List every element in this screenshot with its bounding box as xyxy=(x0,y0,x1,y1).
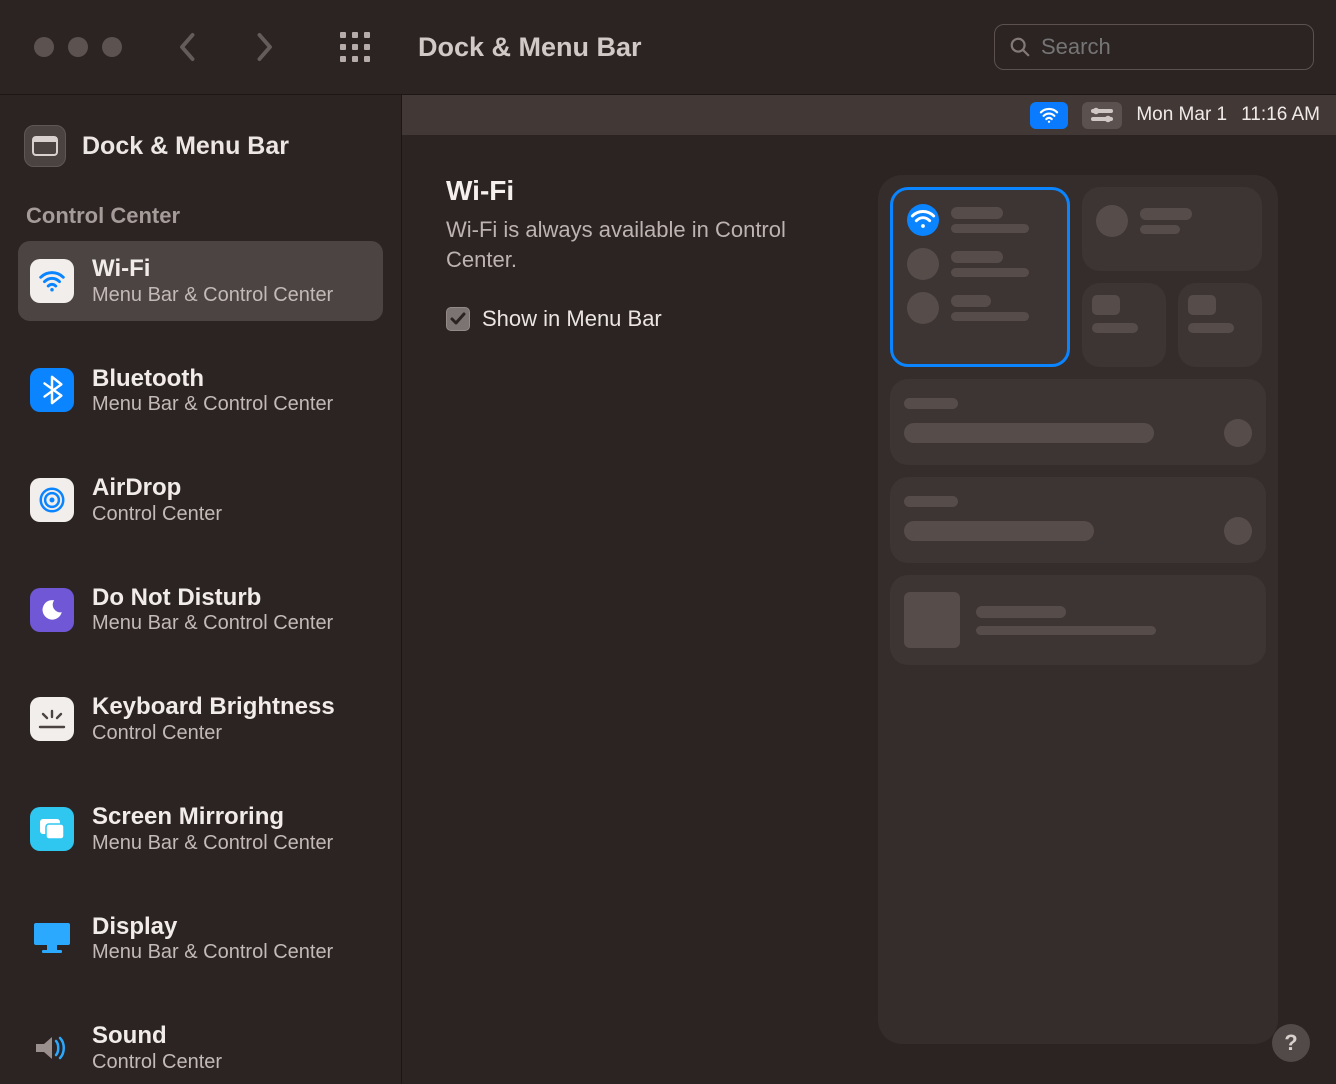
sidebar-item-wifi[interactable]: Wi-Fi Menu Bar & Control Center xyxy=(18,241,383,321)
bluetooth-icon xyxy=(30,368,74,412)
sidebar-item-display[interactable]: Display Menu Bar & Control Center xyxy=(18,899,383,979)
sidebar-item-label: Wi-Fi xyxy=(92,255,333,283)
sidebar-item-bluetooth[interactable]: Bluetooth Menu Bar & Control Center xyxy=(18,351,383,431)
back-button[interactable] xyxy=(170,29,206,65)
toolbar: Dock & Menu Bar xyxy=(0,0,1336,95)
sidebar-item-label: Bluetooth xyxy=(92,365,333,393)
body: Dock & Menu Bar Control Center Wi-Fi Men… xyxy=(0,95,1336,1084)
search-input[interactable] xyxy=(1041,34,1329,60)
sidebar-item-sublabel: Menu Bar & Control Center xyxy=(92,283,333,307)
checkbox-icon xyxy=(446,307,470,331)
content: Mon Mar 1 11:16 AM Wi-Fi Wi-Fi is always… xyxy=(402,95,1336,1084)
keyboard-brightness-icon xyxy=(30,697,74,741)
screen-mirroring-icon xyxy=(30,807,74,851)
search-icon xyxy=(1009,36,1031,58)
main-area: Wi-Fi Wi-Fi is always available in Contr… xyxy=(402,135,1336,1084)
sidebar-item-label: Sound xyxy=(92,1022,222,1050)
sidebar-item-do-not-disturb[interactable]: Do Not Disturb Menu Bar & Control Center xyxy=(18,570,383,650)
sidebar: Dock & Menu Bar Control Center Wi-Fi Men… xyxy=(0,95,402,1084)
sidebar-item-sublabel: Menu Bar & Control Center xyxy=(92,392,333,416)
sidebar-header-dock-menu-bar[interactable]: Dock & Menu Bar xyxy=(18,119,383,189)
cc-card-placeholder xyxy=(1082,187,1262,271)
sidebar-header-label: Dock & Menu Bar xyxy=(82,132,289,161)
dock-menu-bar-icon xyxy=(24,125,66,167)
cc-mini-card xyxy=(1082,283,1166,367)
sidebar-item-keyboard-brightness[interactable]: Keyboard Brightness Control Center xyxy=(18,679,383,759)
sound-icon xyxy=(30,1026,74,1070)
cc-connectivity-card xyxy=(890,187,1070,367)
airdrop-icon xyxy=(30,478,74,522)
detail-description: Wi-Fi is always available in Control Cen… xyxy=(446,215,806,274)
menubar-control-center-icon xyxy=(1082,102,1122,129)
menubar-wifi-icon xyxy=(1030,102,1068,129)
sidebar-item-label: Do Not Disturb xyxy=(92,584,333,612)
window-title: Dock & Menu Bar xyxy=(418,32,642,63)
menubar-date: Mon Mar 1 xyxy=(1136,104,1227,126)
sidebar-section-title: Control Center xyxy=(18,189,383,241)
detail-title: Wi-Fi xyxy=(446,175,846,207)
minimize-window-button[interactable] xyxy=(68,37,88,57)
moon-icon xyxy=(30,588,74,632)
menubar-preview: Mon Mar 1 11:16 AM xyxy=(402,95,1336,135)
sidebar-item-sublabel: Control Center xyxy=(92,1050,222,1074)
sidebar-item-label: AirDrop xyxy=(92,474,222,502)
close-window-button[interactable] xyxy=(34,37,54,57)
sidebar-item-sound[interactable]: Sound Control Center xyxy=(18,1008,383,1084)
sidebar-item-sublabel: Menu Bar & Control Center xyxy=(92,611,333,635)
wifi-icon xyxy=(30,259,74,303)
control-center-preview xyxy=(878,175,1278,1044)
cc-mini-card xyxy=(1178,283,1262,367)
forward-button[interactable] xyxy=(246,29,282,65)
search-field[interactable] xyxy=(994,24,1314,70)
preferences-window: Dock & Menu Bar Dock & Menu Bar Control … xyxy=(0,0,1336,1084)
cc-wifi-dot-icon xyxy=(907,204,939,236)
sidebar-item-screen-mirroring[interactable]: Screen Mirroring Menu Bar & Control Cent… xyxy=(18,789,383,869)
show-all-button[interactable] xyxy=(336,28,374,66)
display-icon xyxy=(30,916,74,960)
sidebar-item-label: Keyboard Brightness xyxy=(92,693,335,721)
menubar-time: 11:16 AM xyxy=(1241,104,1320,126)
help-button[interactable]: ? xyxy=(1272,1024,1310,1062)
sidebar-item-airdrop[interactable]: AirDrop Control Center xyxy=(18,460,383,540)
sidebar-item-label: Display xyxy=(92,913,333,941)
sidebar-item-sublabel: Menu Bar & Control Center xyxy=(92,940,333,964)
sidebar-item-sublabel: Menu Bar & Control Center xyxy=(92,831,333,855)
sidebar-item-sublabel: Control Center xyxy=(92,721,335,745)
sidebar-item-sublabel: Control Center xyxy=(92,502,222,526)
cc-now-playing-card xyxy=(890,575,1266,665)
sidebar-item-label: Screen Mirroring xyxy=(92,803,333,831)
window-controls xyxy=(34,37,122,57)
zoom-window-button[interactable] xyxy=(102,37,122,57)
cc-slider-card xyxy=(890,477,1266,563)
detail-column: Wi-Fi Wi-Fi is always available in Contr… xyxy=(446,175,846,1044)
show-in-menu-bar-checkbox[interactable]: Show in Menu Bar xyxy=(446,306,846,332)
checkbox-label: Show in Menu Bar xyxy=(482,306,662,332)
cc-slider-card xyxy=(890,379,1266,465)
